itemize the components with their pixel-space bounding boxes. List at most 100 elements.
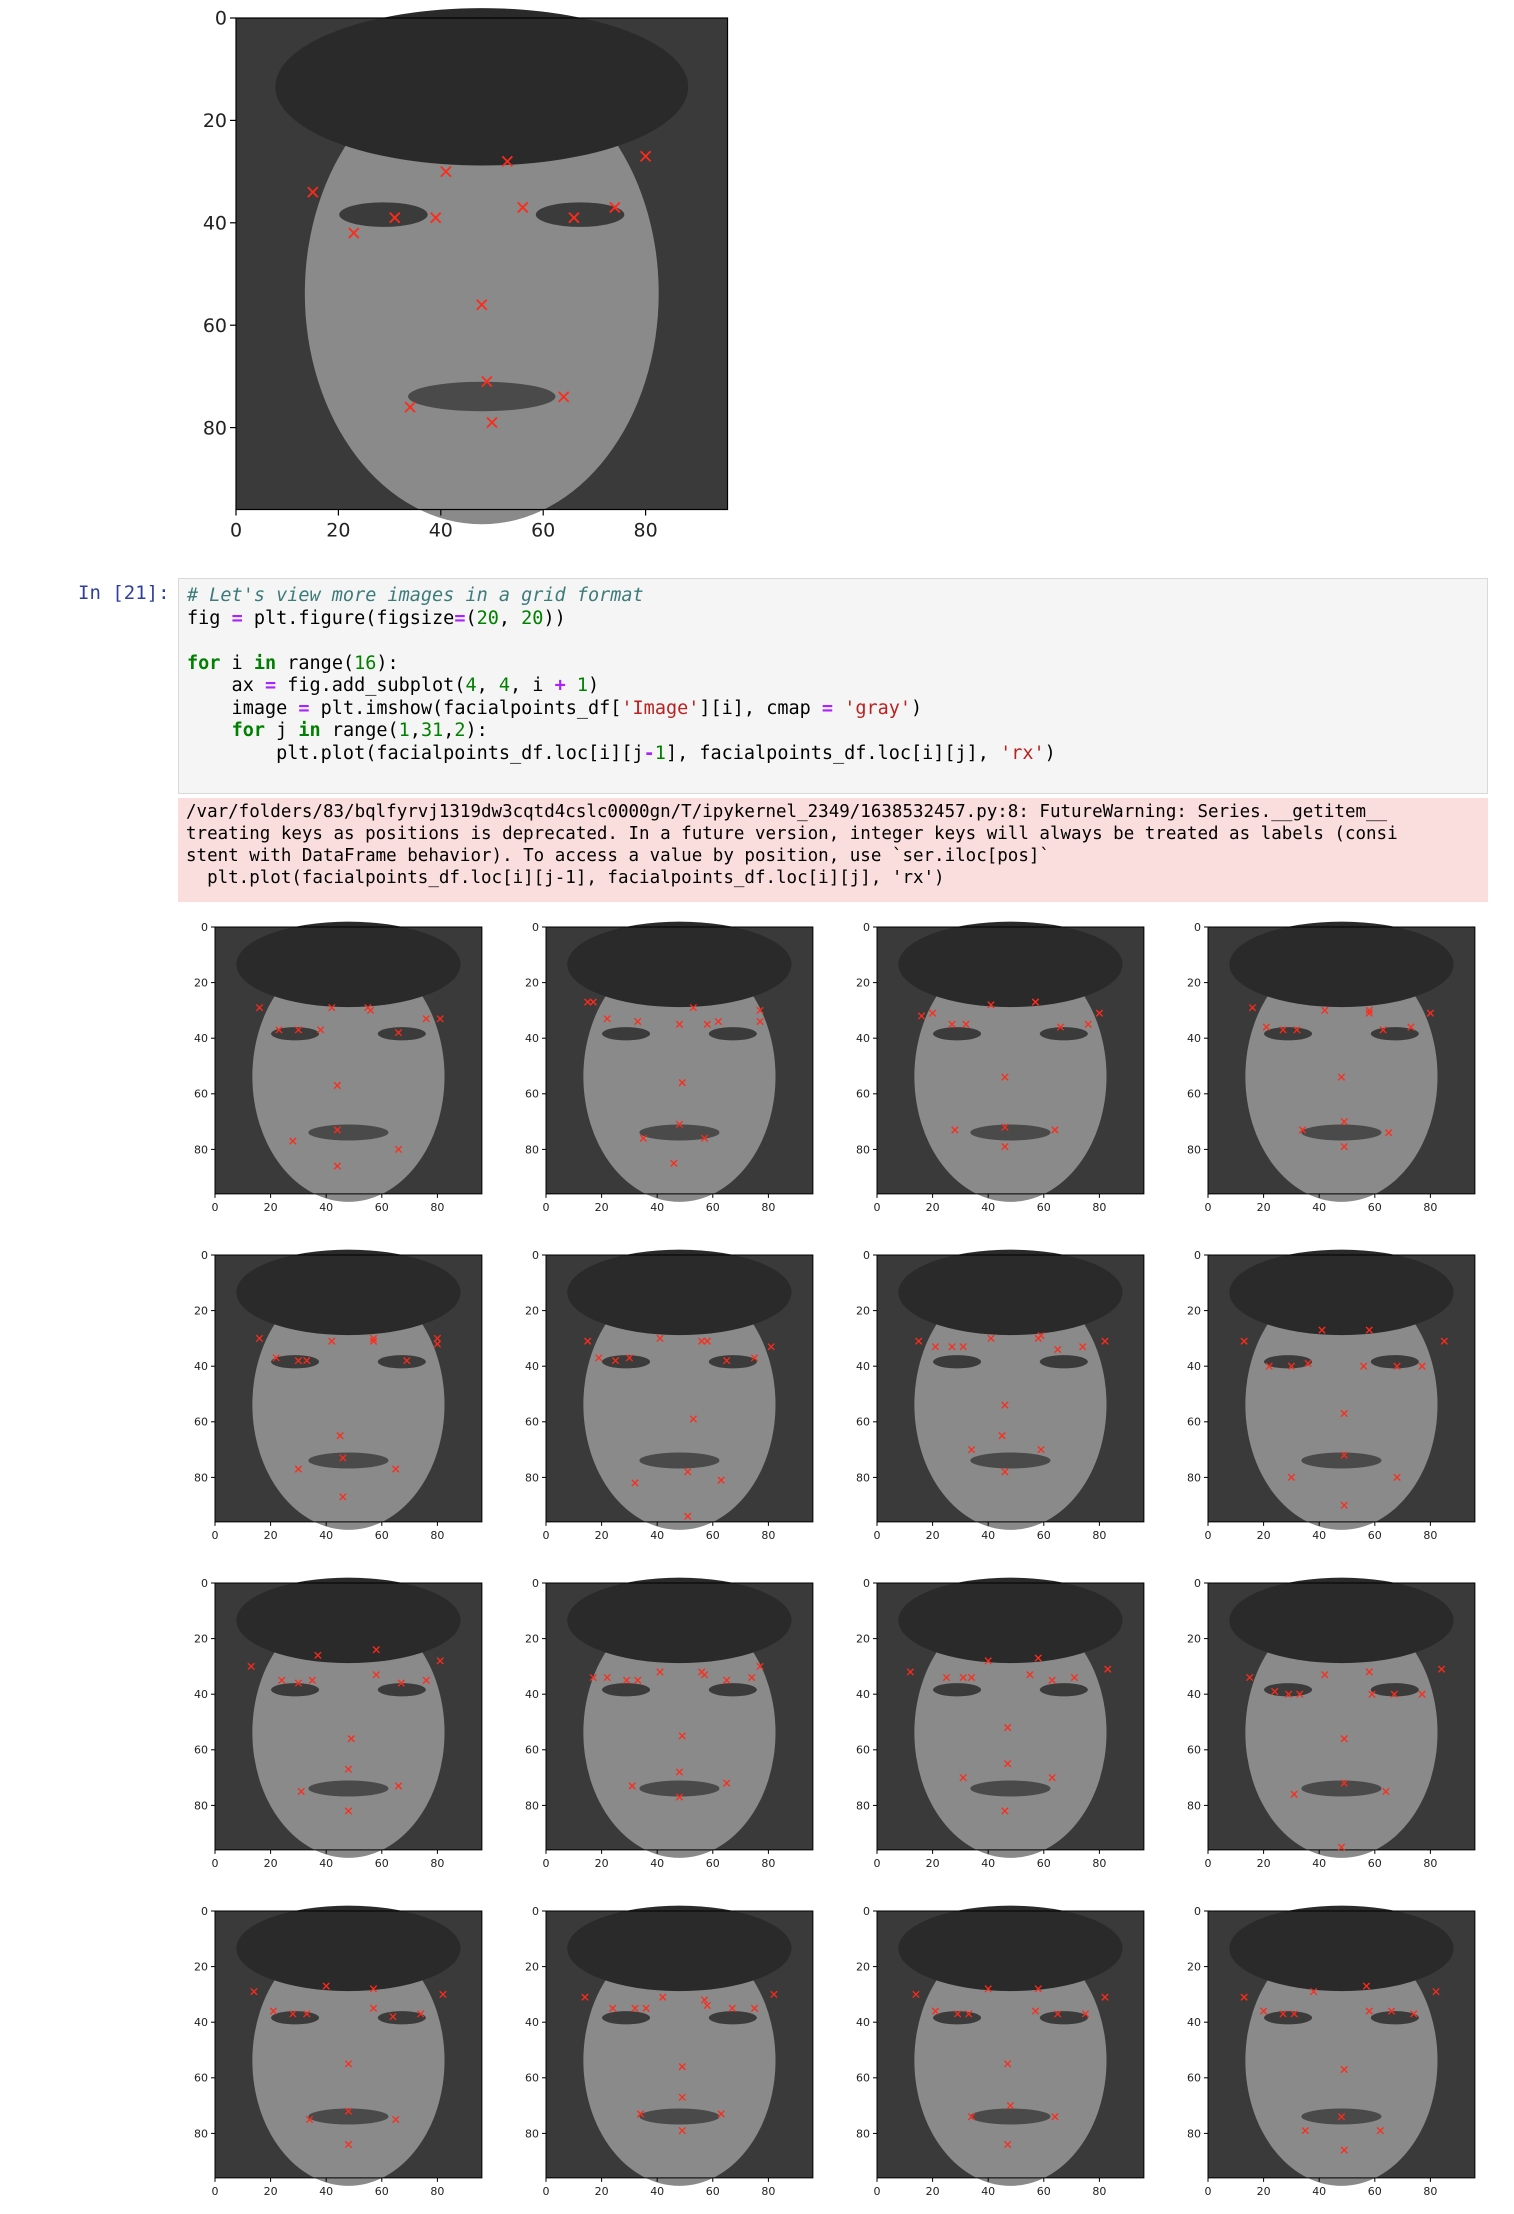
stderr-output: /var/folders/83/bqlfyrvj1319dw3cqtd4cslc… (178, 798, 1488, 902)
grid-plot-2-y-tick-label-40: 40 (525, 1032, 539, 1045)
grid-plot-13-right-eye-shape (377, 2011, 426, 2025)
grid-plot-4-y-tick-label-20: 20 (1187, 976, 1201, 989)
grid-plot-14-x-tick-label-40: 40 (650, 2185, 664, 2198)
grid-plot-8-x-tick-label-80: 80 (1423, 1529, 1437, 1542)
grid-plot-15-y-tick-label-60: 60 (856, 2072, 870, 2085)
grid-plot-3-x-tick-label-80: 80 (1092, 1201, 1106, 1214)
grid-plot-4-axes: 0 20 40 60 80 0 20 40 60 80 (1187, 921, 1476, 1214)
grid-plot-14-y-tick-label-20: 20 (525, 1960, 539, 1973)
grid-plot-14-x-tick-label-20: 20 (595, 2185, 609, 2198)
grid-plot-14-y-tick-label-80: 80 (525, 2127, 539, 2140)
grid-plot-2-x-tick-label-80: 80 (761, 1201, 775, 1214)
grid-plot-7-right-eye-shape (1039, 1355, 1088, 1369)
grid-plot-9-x-tick-label-20: 20 (264, 1857, 278, 1870)
grid-plot-1-x-tick-label-60: 60 (375, 1201, 389, 1214)
grid-plot-15-hair-shape (898, 1905, 1123, 1992)
grid-plot-4-hair-shape (1229, 921, 1454, 1008)
grid-plot-8-y-tick-label-20: 20 (1187, 1304, 1201, 1317)
grid-plot-9-y-tick-label-40: 40 (194, 1688, 208, 1701)
code-line-1: # Let's view more images in a grid forma… (187, 585, 644, 606)
grid-plot-4-x-tick-label-20: 20 (1257, 1201, 1271, 1214)
grid-plot-2-axes: 0 20 40 60 80 0 20 40 60 80 (525, 921, 814, 1214)
grid-plot-1-y-tick-label-20: 20 (194, 976, 208, 989)
grid-plot-5-y-tick-label-80: 80 (194, 1471, 208, 1484)
grid-plot-5-y-tick-label-20: 20 (194, 1304, 208, 1317)
grid-plot-7-hair-shape (898, 1249, 1123, 1336)
grid-plot-4-x-tick-label-40: 40 (1312, 1201, 1326, 1214)
grid-plot-11-y-tick-label-60: 60 (856, 1744, 870, 1757)
grid-plot-10-x-tick-label-80: 80 (761, 1857, 775, 1870)
grid-plot-6-axes: 0 20 40 60 80 0 20 40 60 80 (525, 1249, 814, 1542)
grid-plot-11-x-tick-label-20: 20 (926, 1857, 940, 1870)
grid-plot-3-right-eye-shape (1039, 1027, 1088, 1041)
grid-plot-8-y-tick-label-40: 40 (1187, 1360, 1201, 1373)
grid-plot-2-y-tick-label-80: 80 (525, 1143, 539, 1156)
grid-plot-5-x-tick-label-40: 40 (319, 1529, 333, 1542)
grid-plot-2-hair-shape (567, 921, 792, 1008)
grid-plot-1-y-tick-label-60: 60 (194, 1088, 208, 1101)
grid-plot-11-y-tick-label-40: 40 (856, 1688, 870, 1701)
grid-plot-7-x-tick-label-20: 20 (926, 1529, 940, 1542)
grid-plot-2-mouth-shape (639, 1124, 720, 1141)
grid-plot-13-left-eye-shape (271, 2011, 320, 2025)
grid-plot-16-x-tick-label-20: 20 (1257, 2185, 1271, 2198)
grid-plot-1-mouth-shape (308, 1124, 389, 1141)
grid-plot-6-mouth-shape (639, 1452, 720, 1469)
code-editor[interactable]: # Let's view more images in a grid forma… (187, 585, 1056, 765)
grid-plot-3-x-tick-label-0: 0 (874, 1201, 881, 1214)
grid-plot-14-x-tick-label-60: 60 (706, 2185, 720, 2198)
grid-plot-15-y-tick-label-0: 0 (863, 1905, 870, 1918)
grid-plot-11-hair-shape (898, 1577, 1123, 1664)
grid-plot-1-y-tick-label-40: 40 (194, 1032, 208, 1045)
grid-plot-3-left-eye-shape (933, 1027, 982, 1041)
grid-plot-13-y-tick-label-80: 80 (194, 2127, 208, 2140)
grid-plot-5-hair-shape (236, 1249, 461, 1336)
grid-plot-14-left-eye-shape (602, 2011, 651, 2025)
grid-plot-13-x-tick-label-20: 20 (264, 2185, 278, 2198)
grid-plot-13-x-tick-label-80: 80 (430, 2185, 444, 2198)
grid-plot-12-y-tick-label-40: 40 (1187, 1688, 1201, 1701)
main-x-tick-label-80: 80 (634, 520, 658, 542)
main-facial-keypoints-plot: 0 20 40 60 80 0 20 40 60 80 (203, 8, 729, 542)
main-x-tick-label-20: 20 (326, 520, 350, 542)
grid-plot-15-x-tick-label-60: 60 (1037, 2185, 1051, 2198)
code-line-7: for j in range(1,31,2): (231, 720, 488, 741)
grid-plot-3-x-tick-label-40: 40 (981, 1201, 995, 1214)
main-x-tick-label-40: 40 (429, 520, 453, 542)
grid-plot-8-y-tick-label-80: 80 (1187, 1471, 1201, 1484)
grid-plot-9-x-tick-label-40: 40 (319, 1857, 333, 1870)
grid-plot-15-x-tick-label-0: 0 (874, 2185, 881, 2198)
grid-plot-12-y-tick-label-60: 60 (1187, 1744, 1201, 1757)
grid-plot-5-right-eye-shape (377, 1355, 426, 1369)
grid-plot-11-x-tick-label-0: 0 (874, 1857, 881, 1870)
grid-plot-10-x-tick-label-0: 0 (543, 1857, 550, 1870)
grid-plot-16-y-tick-label-80: 80 (1187, 2127, 1201, 2140)
grid-plot-9-right-eye-shape (377, 1683, 426, 1697)
grid-plot-10-y-tick-label-60: 60 (525, 1744, 539, 1757)
grid-plot-7-y-tick-label-60: 60 (856, 1416, 870, 1429)
grid-plot-15-y-tick-label-20: 20 (856, 1960, 870, 1973)
grid-plot-14-x-tick-label-80: 80 (761, 2185, 775, 2198)
grid-plot-15-x-tick-label-80: 80 (1092, 2185, 1106, 2198)
grid-plot-12-y-tick-label-80: 80 (1187, 1799, 1201, 1812)
grid-plot-16-right-eye-shape (1370, 2011, 1419, 2025)
grid-plot-9-y-tick-label-80: 80 (194, 1799, 208, 1812)
code-cell[interactable]: # Let's view more images in a grid forma… (178, 578, 1488, 794)
grid-plot-7-left-eye-shape (933, 1355, 982, 1369)
grid-plot-1-x-tick-label-40: 40 (319, 1201, 333, 1214)
grid-plot-12-x-tick-label-0: 0 (1205, 1857, 1212, 1870)
grid-plot-5-mouth-shape (308, 1452, 389, 1469)
grid-plot-9-x-tick-label-60: 60 (375, 1857, 389, 1870)
grid-plot-3-hair-shape (898, 921, 1123, 1008)
grid-plot-8-y-tick-label-60: 60 (1187, 1416, 1201, 1429)
grid-plot-7-x-tick-label-0: 0 (874, 1529, 881, 1542)
grid-plot-16-x-tick-label-60: 60 (1368, 2185, 1382, 2198)
grid-plot-8-hair-shape (1229, 1249, 1454, 1336)
grid-plot-1-x-tick-label-0: 0 (212, 1201, 219, 1214)
stderr-line-1: /var/folders/83/bqlfyrvj1319dw3cqtd4cslc… (186, 802, 1388, 822)
grid-plot-7-x-tick-label-60: 60 (1037, 1529, 1051, 1542)
code-line-6: image = plt.imshow(facialpoints_df['Imag… (187, 697, 923, 719)
main-y-tick-label-40: 40 (203, 212, 227, 234)
grid-plot-5-y-tick-label-60: 60 (194, 1416, 208, 1429)
grid-plot-16-x-tick-label-0: 0 (1205, 2185, 1212, 2198)
